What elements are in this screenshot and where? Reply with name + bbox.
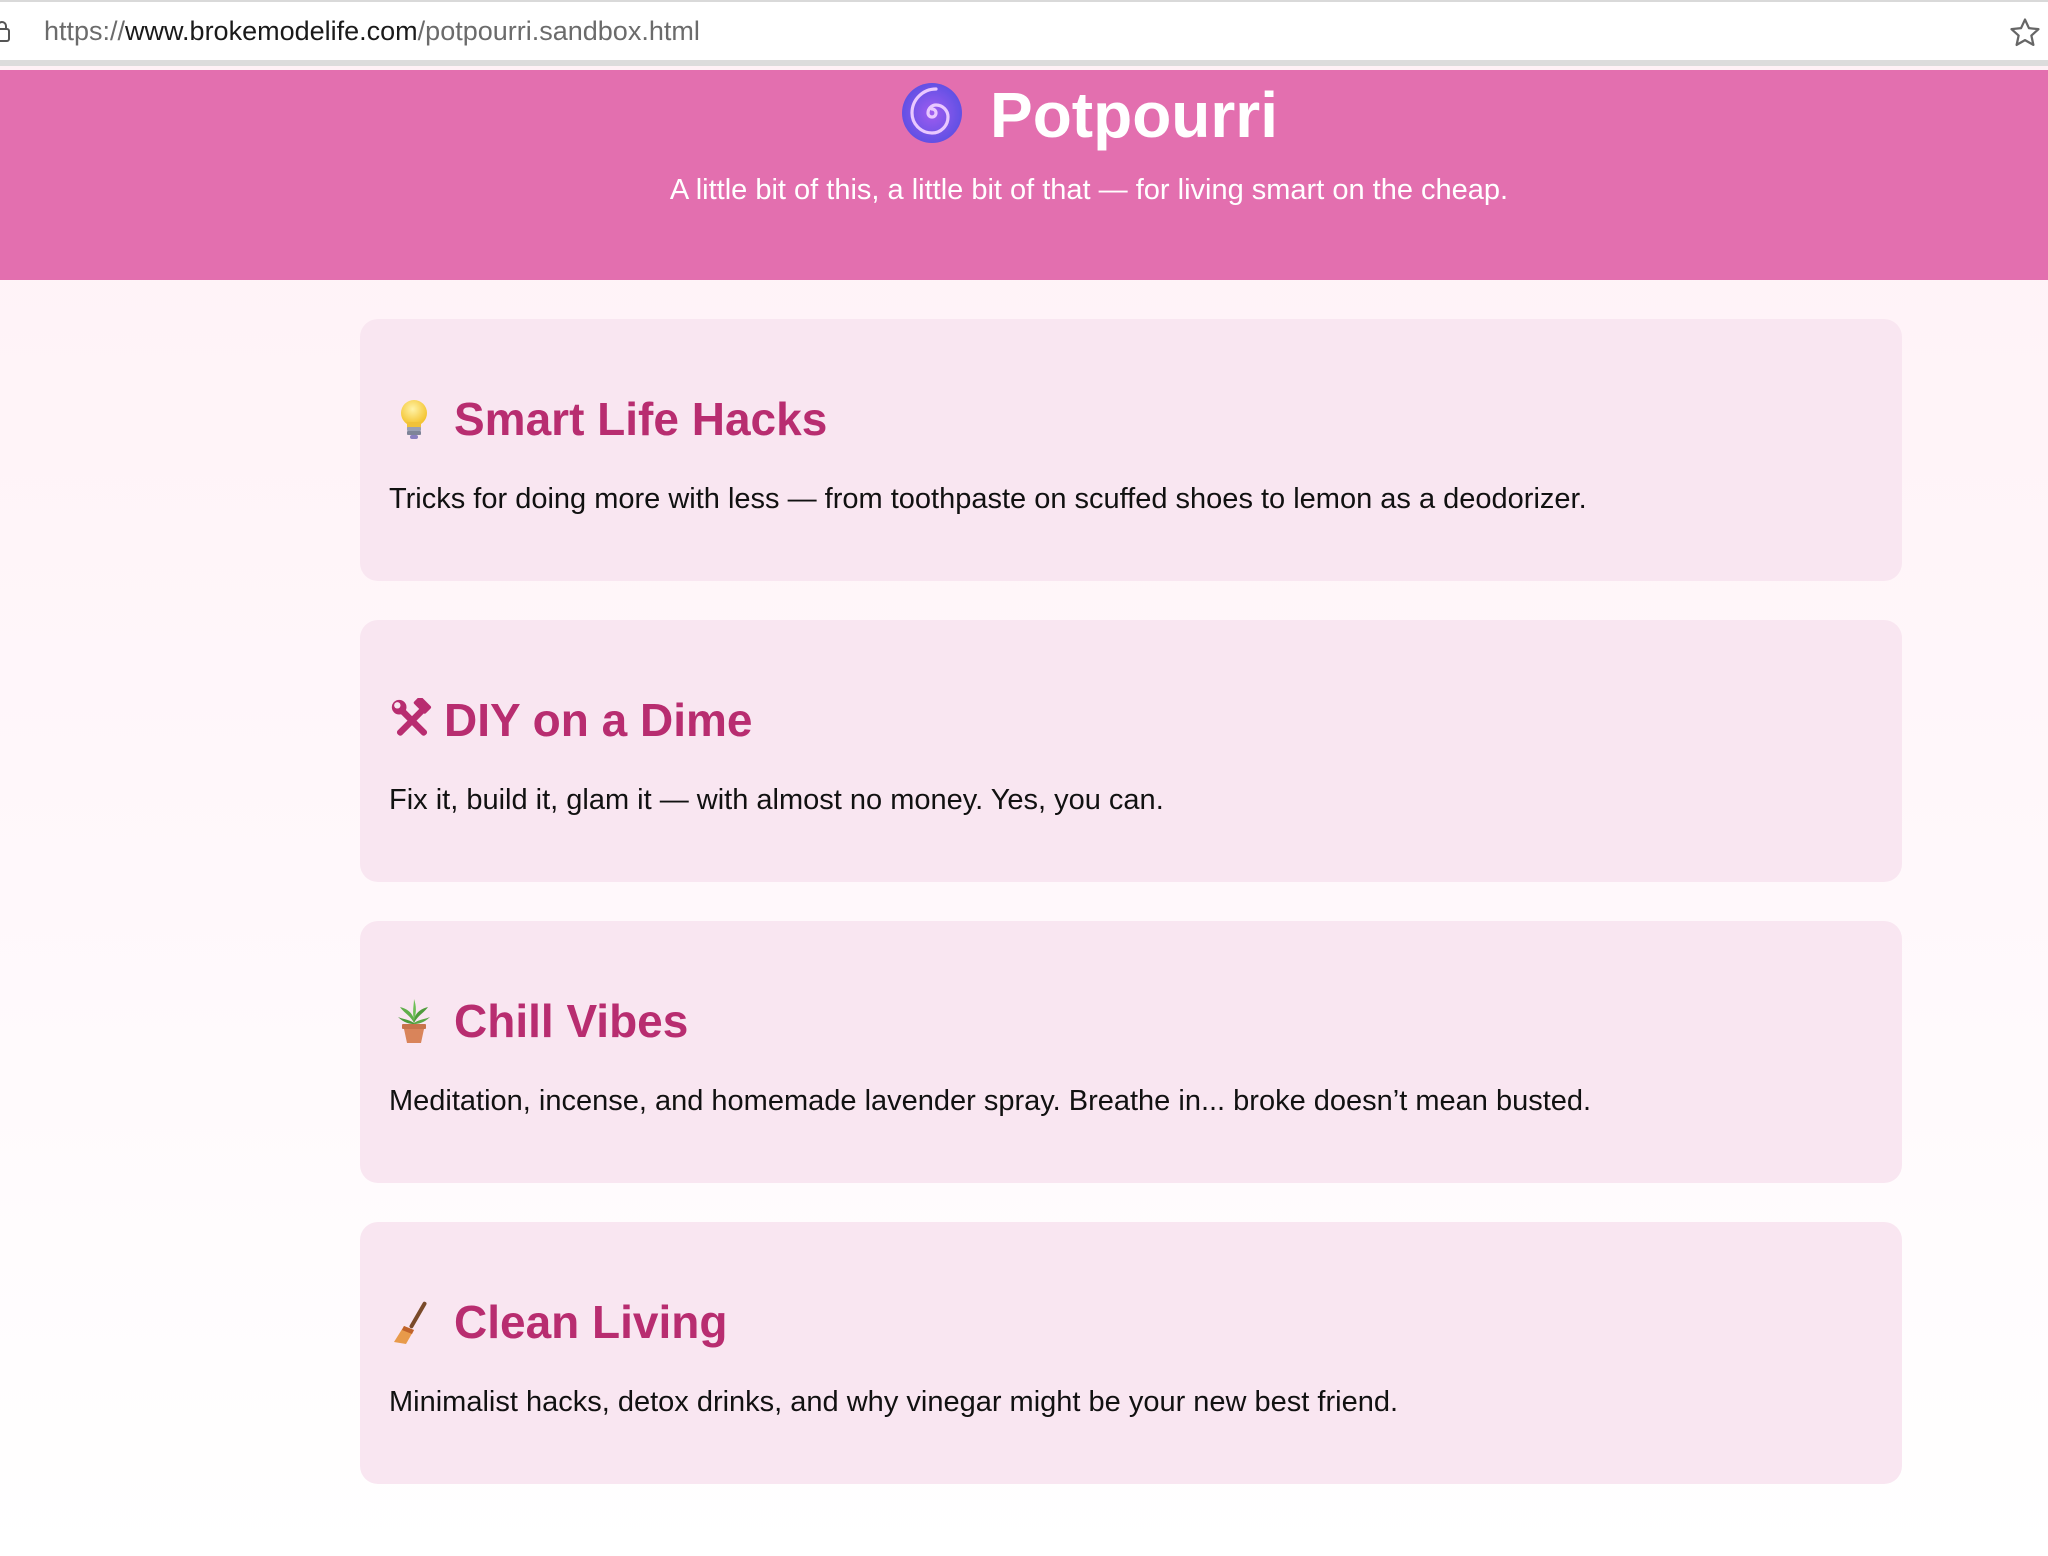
url-host: www.brokemodelife.com bbox=[125, 16, 418, 46]
card-title-text: Clean Living bbox=[454, 1296, 728, 1348]
url-text[interactable]: https://www.brokemodelife.com/potpourri.… bbox=[44, 16, 700, 47]
card-title: Smart Life Hacks bbox=[390, 391, 827, 447]
card-title-text: DIY on a Dime bbox=[444, 694, 753, 746]
hero-banner: Potpourri A little bit of this, a little… bbox=[0, 70, 2048, 280]
card-diy-on-a-dime: DIY on a Dime Fix it, build it, glam it … bbox=[360, 620, 1902, 882]
url-path: /potpourri.sandbox.html bbox=[417, 16, 700, 46]
card-chill-vibes: Chill Vibes Meditation, incense, and hom… bbox=[360, 921, 1902, 1183]
card-title-text: Chill Vibes bbox=[454, 995, 689, 1047]
card-title-text: Smart Life Hacks bbox=[454, 393, 828, 445]
card-description: Minimalist hacks, detox drinks, and why … bbox=[389, 1386, 1399, 1418]
card-title: Clean Living bbox=[390, 1294, 727, 1350]
page-subtitle: A little bit of this, a little bit of th… bbox=[669, 174, 1509, 206]
card-title: Chill Vibes bbox=[390, 993, 688, 1049]
card-description: Tricks for doing more with less — from t… bbox=[389, 483, 1587, 515]
page-body: Potpourri A little bit of this, a little… bbox=[0, 66, 2048, 1556]
cyclone-swirl-icon bbox=[902, 83, 963, 143]
card-clean-living: Clean Living Minimalist hacks, detox dri… bbox=[360, 1222, 1902, 1484]
hammer-and-wrench-icon bbox=[391, 698, 432, 736]
page-info-icon[interactable] bbox=[0, 20, 10, 42]
address-bar[interactable]: https://www.brokemodelife.com/potpourri.… bbox=[0, 0, 2048, 66]
light-bulb-icon bbox=[401, 400, 427, 439]
card-description: Meditation, incense, and homemade lavend… bbox=[389, 1085, 1592, 1117]
broom-icon bbox=[394, 1301, 427, 1344]
potted-plant-icon bbox=[398, 999, 430, 1043]
page-title: Potpourri bbox=[0, 70, 2048, 160]
bookmark-star-icon[interactable] bbox=[2008, 16, 2042, 50]
url-scheme: https:// bbox=[44, 16, 126, 46]
card-title: DIY on a Dime bbox=[390, 692, 752, 748]
card-smart-life-hacks: Smart Life Hacks Tricks for doing more w… bbox=[360, 319, 1902, 581]
page-title-text: Potpourri bbox=[990, 79, 1278, 151]
card-description: Fix it, build it, glam it — with almost … bbox=[389, 784, 1164, 816]
